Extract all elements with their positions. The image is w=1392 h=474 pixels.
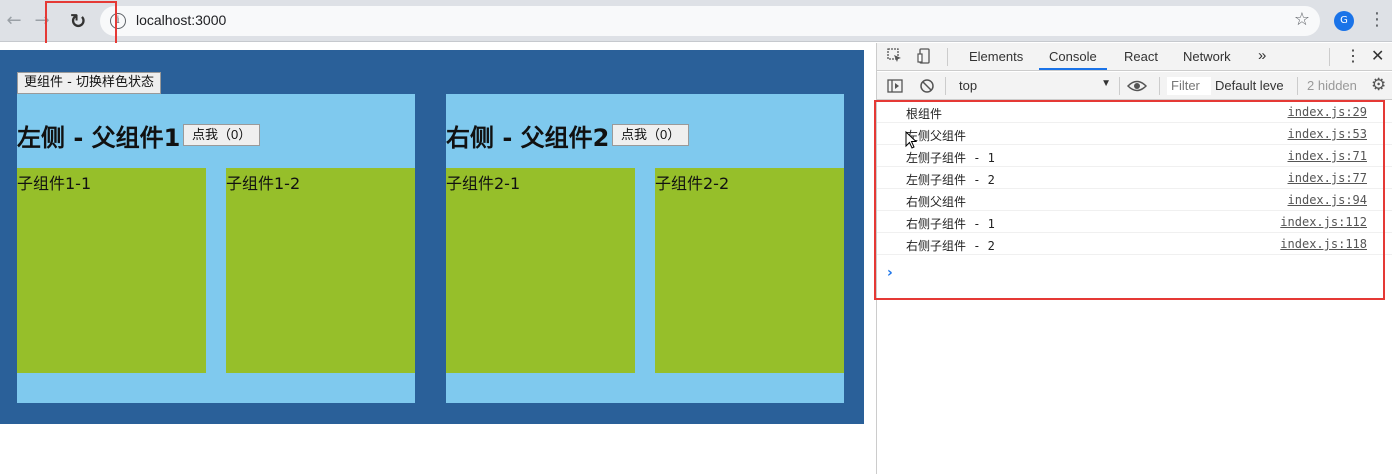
right-child-2-label: 子组件2-2 [655,174,730,193]
right-parent-component: 右侧 - 父组件2 点我（0） 子组件2-1 子组件2-2 [446,94,844,403]
filter-input[interactable]: Filter [1167,77,1211,95]
page-viewport: 更组件 - 切换样色状态 左侧 - 父组件1 点我（0） 子组件1-1 子组件1… [0,43,876,474]
right-child-1-label: 子组件2-1 [446,174,521,193]
tab-react[interactable]: React [1124,49,1158,64]
reload-highlight-box [45,1,117,45]
toolbar-divider [1159,77,1160,95]
chevron-down-icon: ▼ [1101,78,1111,89]
url-text[interactable]: localhost:3000 [136,12,226,28]
left-click-button[interactable]: 点我（0） [183,124,261,146]
console-highlight-box [874,100,1385,300]
left-parent-component: 左侧 - 父组件1 点我（0） 子组件1-1 子组件1-2 [17,94,415,403]
close-icon[interactable]: ✕ [1371,46,1384,66]
right-parent-title: 右侧 - 父组件2 [446,124,610,152]
address-bar[interactable]: i localhost:3000 ☆ [100,6,1320,36]
left-child-2: 子组件1-2 [226,168,415,373]
left-child-2-label: 子组件1-2 [226,174,301,193]
back-icon[interactable]: ← [2,9,26,33]
device-toolbar-icon[interactable] [917,48,933,64]
bookmark-star-icon[interactable]: ☆ [1294,9,1310,30]
sidebar-toggle-icon[interactable] [887,78,903,94]
browser-toolbar: ← → ↻ i localhost:3000 ☆ G ⋮ [0,0,1392,42]
right-child-1: 子组件2-1 [446,168,635,373]
devtools-menu-icon[interactable]: ⋮ [1345,46,1361,66]
tab-network[interactable]: Network [1183,49,1231,64]
mouse-cursor-icon [905,130,918,153]
profile-avatar[interactable]: G [1334,11,1354,31]
left-child-1: 子组件1-1 [17,168,206,373]
eye-icon[interactable] [1126,78,1148,94]
root-component: 更组件 - 切换样色状态 左侧 - 父组件1 点我（0） 子组件1-1 子组件1… [0,50,864,424]
toggle-style-button[interactable]: 更组件 - 切换样色状态 [17,72,161,94]
toolbar-divider [947,48,948,66]
toolbar-divider [1119,77,1120,95]
log-levels-select[interactable]: Default leve [1215,78,1284,93]
toolbar-divider [1297,77,1298,95]
console-toolbar: top ▼ Filter Default leve 2 hidden ⚙ [877,72,1392,100]
context-value: top [959,78,978,93]
gear-icon[interactable]: ⚙ [1371,75,1386,95]
devtools-tab-bar: Elements Console React Network » ⋮ ✕ [877,43,1392,71]
inspect-element-icon[interactable] [887,48,903,64]
right-click-button[interactable]: 点我（0） [612,124,690,146]
clear-console-icon[interactable] [919,78,935,94]
hidden-count: 2 hidden [1307,78,1357,93]
toolbar-divider [1329,48,1330,66]
toolbar-divider [945,77,946,95]
active-tab-indicator [1039,68,1107,70]
tab-console[interactable]: Console [1049,49,1097,64]
browser-menu-icon[interactable]: ⋮ [1368,9,1386,30]
left-child-1-label: 子组件1-1 [17,174,92,193]
more-tabs-icon[interactable]: » [1258,47,1266,64]
right-child-2: 子组件2-2 [655,168,844,373]
left-parent-title: 左侧 - 父组件1 [17,124,181,152]
context-select[interactable]: top ▼ [955,78,1111,94]
tab-elements[interactable]: Elements [969,49,1023,64]
